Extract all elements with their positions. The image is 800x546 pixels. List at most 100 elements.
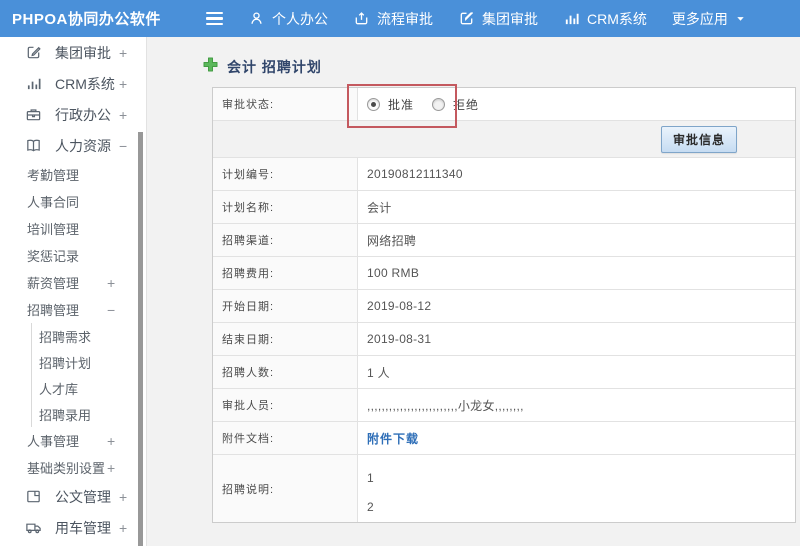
field-value: 1 人 <box>367 365 390 380</box>
document-icon <box>25 488 43 506</box>
form-row-start-date: 开始日期: 2019-08-12 <box>213 290 795 323</box>
field-label: 招聘渠道: <box>213 224 358 256</box>
recruit-submenu: 招聘需求 招聘计划 人才库 招聘录用 <box>31 323 146 427</box>
recruit-plan-form: 审批状态: 批准 拒绝 审批信息 计划编号: 20190812111340 计划… <box>212 87 796 523</box>
form-row-plan-name: 计划名称: 会计 <box>213 191 795 224</box>
expand-icon[interactable]: + <box>119 107 127 123</box>
top-navigation: 个人办公 流程审批 集团审批 CRM系统 更多应用 <box>223 9 746 29</box>
sidebar-item-reward-punishment[interactable]: 奖惩记录 <box>0 242 146 269</box>
field-label: 审批人员: <box>213 389 358 421</box>
nav-label: 更多应用 <box>671 10 728 27</box>
description-line: 1 <box>367 471 374 485</box>
form-row-attachment: 附件文档: 附件下载 <box>213 422 795 455</box>
sidebar-item-label: 人事管理 <box>27 434 80 449</box>
form-row-end-date: 结束日期: 2019-08-31 <box>213 323 795 356</box>
page: PHPOA协同办公软件 个人办公 流程审批 集团审批 CRM系统 更多应用 集团… <box>0 0 800 546</box>
nav-label: 个人办公 <box>272 10 328 27</box>
sidebar-item-group-approval[interactable]: 集团审批 + <box>0 37 146 68</box>
radio-reject[interactable]: 拒绝 <box>432 96 479 113</box>
sidebar-item-document-mgmt[interactable]: 公文管理 + <box>0 481 146 512</box>
form-row-headcount: 招聘人数: 1 人 <box>213 356 795 389</box>
form-row-approvers: 审批人员: ,,,,,,,,,,,,,,,,,,,,,,,,,小龙女,,,,,,… <box>213 389 795 422</box>
sidebar-item-base-category-settings[interactable]: 基础类别设置 + <box>0 454 146 481</box>
field-value: 20190812111340 <box>367 167 463 181</box>
field-label: 附件文档: <box>213 422 358 454</box>
edit-square-icon <box>458 10 475 27</box>
field-label: 计划编号: <box>213 158 358 190</box>
field-value: ,,,,,,,,,,,,,,,,,,,,,,,,,小龙女,,,,,,,, <box>367 398 524 413</box>
main-content: 会计 招聘计划 审批状态: 批准 拒绝 审批信息 计划编号: 201908121… <box>147 37 800 546</box>
form-row-button: 审批信息 <box>213 121 795 158</box>
sidebar-item-personnel-mgmt[interactable]: 人事管理 + <box>0 427 146 454</box>
radio-approve[interactable]: 批准 <box>367 96 414 113</box>
radio-approve-circle[interactable] <box>367 97 380 111</box>
page-title: 会计 招聘计划 <box>227 58 322 75</box>
sidebar-item-recruit-hire[interactable]: 招聘录用 <box>32 401 146 427</box>
sidebar-item-label: 招聘录用 <box>39 407 92 423</box>
sidebar-item-label: 行政办公 <box>55 106 111 123</box>
field-label: 结束日期: <box>213 323 358 355</box>
field-label: 审批状态: <box>213 88 358 120</box>
nav-label: 集团审批 <box>482 10 538 27</box>
form-row-plan-number: 计划编号: 20190812111340 <box>213 158 795 191</box>
field-value: 2019-08-31 <box>367 332 432 346</box>
book-icon <box>25 137 43 155</box>
expand-icon[interactable]: + <box>119 45 127 61</box>
expand-icon[interactable]: + <box>119 520 127 536</box>
sidebar-item-recruit-mgmt[interactable]: 招聘管理 − <box>0 296 146 323</box>
sidebar-item-label: 招聘管理 <box>27 303 80 318</box>
expand-icon[interactable]: + <box>107 433 115 449</box>
sidebar-item-recruit-demand[interactable]: 招聘需求 <box>32 323 146 349</box>
sidebar-item-vehicle-mgmt[interactable]: 用车管理 + <box>0 512 146 543</box>
sidebar-item-talent-pool[interactable]: 人才库 <box>32 375 146 401</box>
app-logo[interactable]: PHPOA协同办公软件 <box>0 8 198 29</box>
sidebar: 集团审批 + CRM系统 + 行政办公 + 人力资源 − 考勤管理 人事合同 培… <box>0 37 147 546</box>
topbar: PHPOA协同办公软件 个人办公 流程审批 集团审批 CRM系统 更多应用 <box>0 0 800 37</box>
menu-toggle-icon[interactable] <box>206 12 223 25</box>
nav-personal-office[interactable]: 个人办公 <box>248 9 328 29</box>
form-row-recruit-cost: 招聘费用: 100 RMB <box>213 257 795 290</box>
bar-chart-icon <box>25 75 43 93</box>
radio-reject-circle[interactable] <box>432 97 446 111</box>
collapse-icon[interactable]: − <box>119 138 127 154</box>
sidebar-item-label: 考勤管理 <box>27 168 80 183</box>
field-value: 网络招聘 <box>367 233 417 248</box>
sidebar-item-label: 人事合同 <box>27 195 80 210</box>
sidebar-item-hr-contract[interactable]: 人事合同 <box>0 188 146 215</box>
add-icon <box>203 57 218 77</box>
sidebar-item-label: 人力资源 <box>55 137 111 154</box>
field-label: 计划名称: <box>213 191 358 223</box>
sidebar-item-salary-mgmt[interactable]: 薪资管理 + <box>0 269 146 296</box>
field-value: 会计 <box>367 200 392 215</box>
sidebar-scrollbar[interactable] <box>138 132 143 546</box>
field-value: 2019-08-12 <box>367 299 432 313</box>
nav-label: 流程审批 <box>377 10 433 27</box>
sidebar-item-recruit-plan[interactable]: 招聘计划 <box>32 349 146 375</box>
nav-process-approval[interactable]: 流程审批 <box>353 9 433 29</box>
nav-more-apps[interactable]: 更多应用 <box>672 9 746 29</box>
user-icon <box>248 10 265 27</box>
description-line: 2 <box>367 500 374 514</box>
description-value: 1 2 <box>358 455 795 522</box>
sidebar-item-attendance-mgmt[interactable]: 考勤管理 <box>0 161 146 188</box>
caret-down-icon <box>735 13 746 24</box>
form-row-recruit-channel: 招聘渠道: 网络招聘 <box>213 224 795 257</box>
expand-icon[interactable]: + <box>119 489 127 505</box>
sidebar-item-human-resources[interactable]: 人力资源 − <box>0 130 146 161</box>
nav-group-approval[interactable]: 集团审批 <box>458 9 538 29</box>
sidebar-item-label: 人才库 <box>39 381 79 397</box>
sidebar-item-crm-system[interactable]: CRM系统 + <box>0 68 146 99</box>
flow-upload-icon <box>353 10 370 27</box>
expand-icon[interactable]: + <box>107 275 115 291</box>
sidebar-item-training-mgmt[interactable]: 培训管理 <box>0 215 146 242</box>
collapse-icon[interactable]: − <box>107 302 115 318</box>
nav-crm-system[interactable]: CRM系统 <box>563 9 647 29</box>
form-row-approval-status: 审批状态: 批准 拒绝 <box>213 88 795 121</box>
sidebar-item-admin-office[interactable]: 行政办公 + <box>0 99 146 130</box>
attachment-download-link[interactable]: 附件下载 <box>367 430 419 447</box>
expand-icon[interactable]: + <box>107 460 115 476</box>
field-label: 招聘说明: <box>213 455 358 522</box>
sidebar-item-label: 薪资管理 <box>27 276 80 291</box>
approval-info-button[interactable]: 审批信息 <box>660 125 737 153</box>
expand-icon[interactable]: + <box>119 76 127 92</box>
